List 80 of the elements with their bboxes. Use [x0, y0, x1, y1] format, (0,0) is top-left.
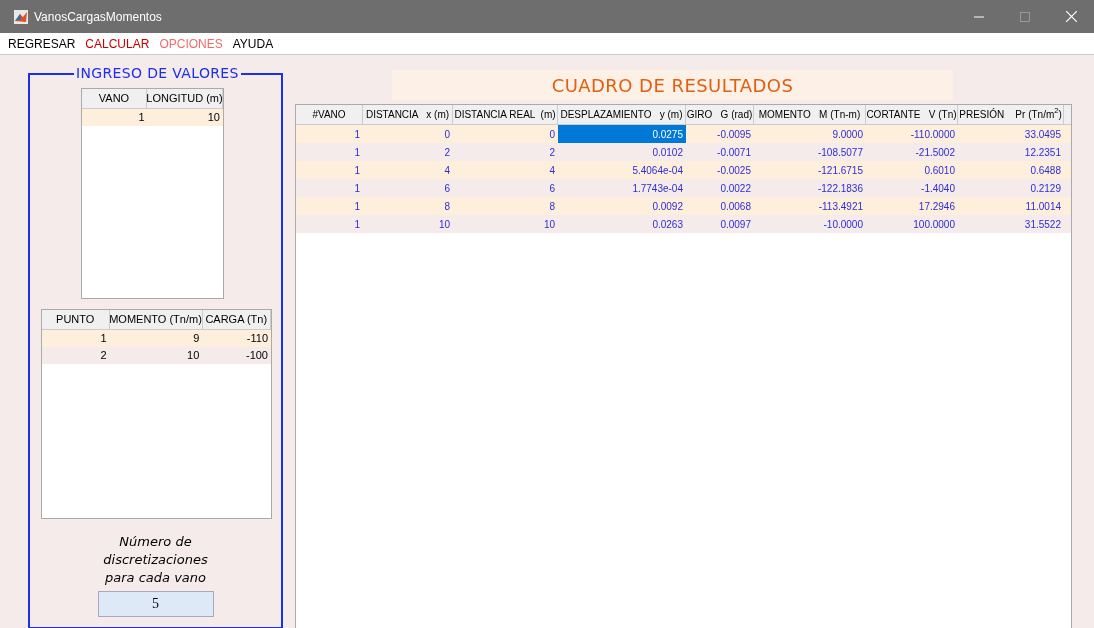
table-cell[interactable]: -121.6715: [754, 161, 866, 179]
menu-item[interactable]: CALCULAR: [85, 34, 150, 53]
table-cell[interactable]: -108.5077: [754, 143, 866, 161]
table-cell[interactable]: 0.0097: [686, 215, 754, 233]
table-cell[interactable]: 100.0000: [866, 215, 958, 233]
table-cell[interactable]: -110: [202, 330, 271, 347]
table-cell[interactable]: 0.0068: [686, 197, 754, 215]
table-cell[interactable]: -122.1836: [754, 179, 866, 197]
table-cell[interactable]: 1: [42, 330, 110, 347]
table-cell[interactable]: -113.4921: [754, 197, 866, 215]
column-header[interactable]: MOMENTO M (Tn-m): [754, 105, 866, 124]
table-cell[interactable]: 1: [296, 197, 363, 215]
column-header[interactable]: DISTANCIA REAL (m): [453, 105, 558, 124]
discretization-label: Número de discretizaciones para cada vano: [102, 533, 209, 587]
panel-title: INGRESO DE VALORES: [74, 65, 241, 81]
table-cell[interactable]: 4: [363, 161, 453, 179]
table-cell[interactable]: 11.0014: [958, 197, 1064, 215]
column-header[interactable]: DESPLAZAMIENTO y (m): [558, 105, 686, 124]
table-cell[interactable]: -1.4040: [866, 179, 958, 197]
table-cell[interactable]: -21.5002: [866, 143, 958, 161]
table-cell[interactable]: 8: [453, 197, 558, 215]
table-cell[interactable]: 10: [109, 347, 203, 364]
results-title: CUADRO DE RESULTADOS: [551, 73, 794, 98]
table-cell[interactable]: 10: [363, 215, 453, 233]
table-cell[interactable]: -0.0025: [686, 161, 754, 179]
table-cell[interactable]: -100: [202, 347, 271, 364]
table-cell[interactable]: 0.6010: [866, 161, 958, 179]
table-cell[interactable]: 33.0495: [958, 125, 1064, 143]
table-cell[interactable]: 2: [453, 143, 558, 161]
table-cell[interactable]: -0.0071: [686, 143, 754, 161]
column-header[interactable]: MOMENTO (Tn/m): [109, 310, 203, 329]
table-cell[interactable]: 9: [109, 330, 203, 347]
table-cell[interactable]: 1: [296, 161, 363, 179]
table-cell[interactable]: -10.0000: [754, 215, 866, 233]
table-cell[interactable]: 0.0102: [558, 143, 686, 161]
table-cell[interactable]: 6: [363, 179, 453, 197]
column-header[interactable]: DISTANCIA x (m): [363, 105, 453, 124]
table-cell[interactable]: 8: [363, 197, 453, 215]
column-header[interactable]: PUNTO: [42, 310, 110, 329]
table-cell[interactable]: 0: [363, 125, 453, 143]
table-cell[interactable]: 1: [82, 109, 148, 126]
close-icon: [1065, 11, 1077, 22]
table-cell[interactable]: 10: [453, 215, 558, 233]
menu-item[interactable]: REGRESAR: [8, 34, 76, 53]
discretization-field[interactable]: 5: [97, 591, 214, 617]
table-cell[interactable]: 1: [296, 215, 363, 233]
table-cell[interactable]: 17.2946: [866, 197, 958, 215]
table-cell[interactable]: 1.7743e-04: [558, 179, 686, 197]
table-cell[interactable]: 1: [296, 143, 363, 161]
table-cell[interactable]: 4: [453, 161, 558, 179]
table-cell[interactable]: 9.0000: [754, 125, 866, 143]
table-cell[interactable]: 5.4064e-04: [558, 161, 686, 179]
table-cell[interactable]: 0.0092: [558, 197, 686, 215]
column-header[interactable]: PRESIÓN Pr (Tn/m$^{2}$): [958, 105, 1064, 124]
table-cell[interactable]: 0.0275: [558, 125, 686, 143]
table-cell[interactable]: 10: [147, 109, 223, 126]
table-cell[interactable]: 0.0022: [686, 179, 754, 197]
table-cell[interactable]: 31.5522: [958, 215, 1064, 233]
table-cell[interactable]: 1: [296, 179, 363, 197]
table-cell[interactable]: 0.2129: [958, 179, 1064, 197]
column-header[interactable]: VANO: [82, 89, 147, 108]
column-header[interactable]: CARGA (Tn): [202, 310, 271, 329]
table-cell[interactable]: 2: [363, 143, 453, 161]
table-cell[interactable]: -110.0000: [866, 125, 958, 143]
column-header[interactable]: CORTANTE V (Tn): [866, 105, 958, 124]
app-logo-icon: [14, 9, 28, 24]
table-cell[interactable]: 12.2351: [958, 143, 1064, 161]
table-cell[interactable]: -0.0095: [686, 125, 754, 143]
menu-item[interactable]: AYUDA: [232, 34, 274, 53]
window-title: VanosCargasMomentos: [34, 8, 162, 26]
table-cell[interactable]: 6: [453, 179, 558, 197]
table-cell[interactable]: 1: [296, 125, 363, 143]
column-header[interactable]: LONGITUD (m): [147, 89, 223, 108]
table-cell[interactable]: 0: [453, 125, 558, 143]
table-cell[interactable]: 0.6488: [958, 161, 1064, 179]
column-header[interactable]: #VANO: [296, 105, 363, 124]
table-cell[interactable]: 0.0263: [558, 215, 686, 233]
maximize-icon: [1020, 11, 1030, 22]
column-header[interactable]: GIRO G (rad): [686, 105, 754, 124]
table-cell[interactable]: 2: [42, 347, 110, 364]
